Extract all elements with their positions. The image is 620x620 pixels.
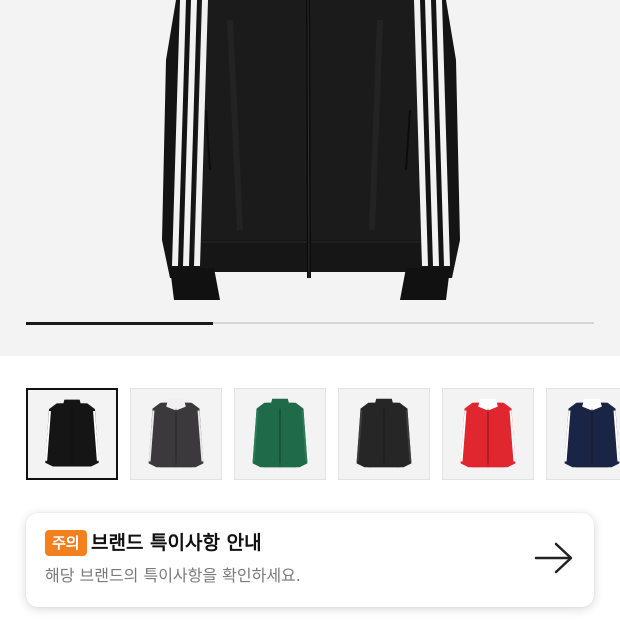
gallery-progress-fill xyxy=(26,321,214,325)
thumbnail-strip xyxy=(0,388,620,480)
gallery-progress-bar xyxy=(26,321,594,325)
thumbnail-red-white[interactable] xyxy=(442,388,534,480)
product-image-gallery[interactable] xyxy=(0,0,620,356)
jacket-thumbnail-image xyxy=(252,398,308,468)
notice-description: 해당 브랜드의 특이사항을 확인하세요. xyxy=(45,566,301,585)
jacket-thumbnail-image xyxy=(460,398,516,468)
jacket-thumbnail-image xyxy=(356,398,412,468)
caution-badge: 주의 xyxy=(45,530,87,556)
brand-notice-card[interactable]: 주의 브랜드 특이사항 안내 해당 브랜드의 특이사항을 확인하세요. xyxy=(26,513,594,607)
jacket-thumbnail-image xyxy=(564,398,620,468)
thumbnail-green[interactable] xyxy=(234,388,326,480)
thumbnail-navy-white[interactable] xyxy=(546,388,620,480)
jacket-thumbnail-image xyxy=(148,398,204,468)
notice-title: 브랜드 특이사항 안내 xyxy=(91,532,262,554)
thumbnail-black-white-stripes[interactable] xyxy=(26,388,118,480)
thumbnail-dark-grey[interactable] xyxy=(338,388,430,480)
arrow-right-icon[interactable] xyxy=(534,540,574,576)
main-product-image xyxy=(162,0,460,300)
thumbnail-charcoal-white-collar[interactable] xyxy=(130,388,222,480)
jacket-thumbnail-image xyxy=(45,399,99,467)
